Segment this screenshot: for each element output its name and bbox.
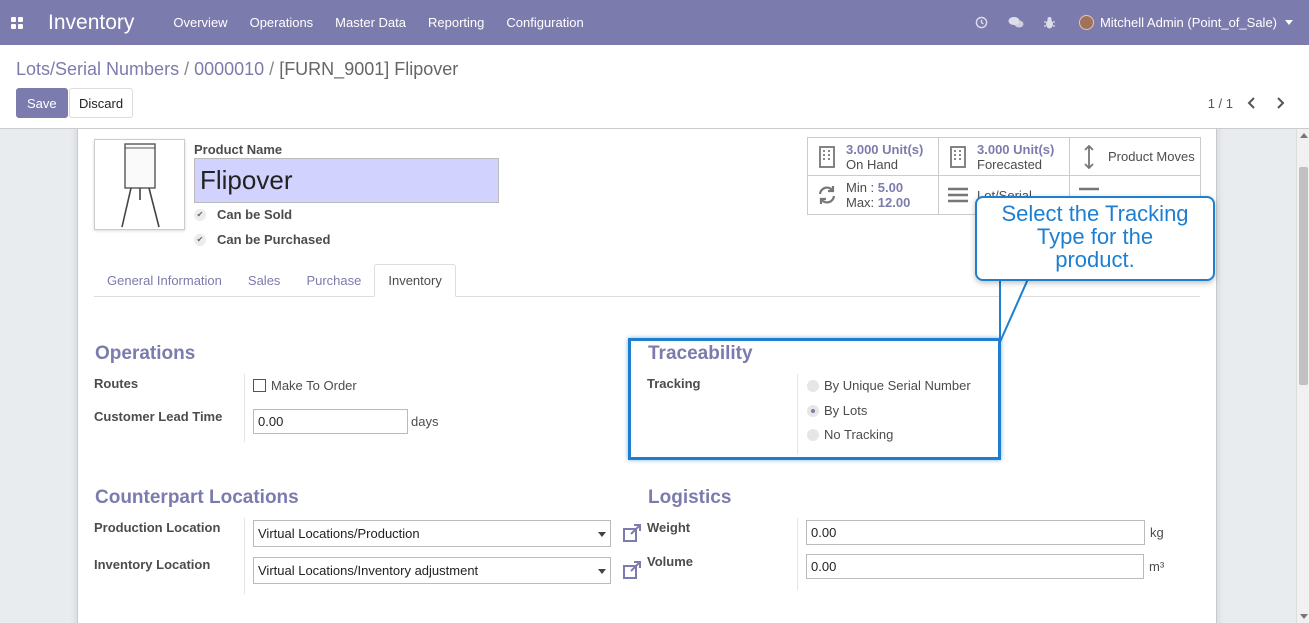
on-hand-value: 3.000 [846,141,879,157]
scroll-thumb[interactable] [1299,167,1308,385]
save-button[interactable]: Save [16,88,68,118]
tour-tip-bubble: Select the Tracking Type for the product… [975,196,1215,281]
refresh-icon [816,184,838,206]
product-moves-label: Product Moves [1108,149,1195,164]
max-label: Max: [846,195,875,210]
weight-unit: kg [1150,525,1164,540]
page-scrollbar[interactable] [1296,129,1309,623]
routes-label: Routes [94,376,139,391]
forecasted-button[interactable]: 3.000 Unit(s) Forecasted [939,138,1070,176]
volume-input[interactable] [806,554,1144,579]
route-checkbox[interactable] [253,379,266,392]
product-name-input[interactable] [194,158,499,203]
product-moves-button[interactable]: Product Moves [1070,138,1201,176]
control-panel: Lots/Serial Numbers/0000010/[FURN_9001] … [0,45,1309,129]
chevron-down-icon [1285,20,1293,25]
user-name: Mitchell Admin (Point_of_Sale) [1099,15,1277,30]
menu-configuration[interactable]: Configuration [495,0,594,45]
pager-value: 1 / 1 [1207,95,1233,111]
production-location-select[interactable]: Virtual Locations/Production [253,520,611,547]
menu-master-data[interactable]: Master Data [324,0,417,45]
inventory-location-value: Virtual Locations/Inventory adjustment [258,563,479,578]
production-location-value: Virtual Locations/Production [258,526,420,541]
breadcrumb-separator: / [269,59,275,79]
breadcrumb-lot[interactable]: 0000010 [194,59,264,79]
external-link-icon[interactable] [622,560,642,580]
can-be-sold-label: Can be Sold [217,207,293,222]
breadcrumb-separator: / [184,59,190,79]
forecast-unit: Unit(s) [1013,141,1055,157]
external-link-icon[interactable] [622,523,642,543]
reordering-button[interactable]: Min : 5.00 Max: 12.00 [808,176,939,214]
tab-purchase[interactable]: Purchase [293,264,374,297]
operations-title: Operations [95,343,196,364]
forecast-label: Forecasted [977,156,1043,172]
on-hand-label: On Hand [846,156,899,172]
list-icon [947,186,969,204]
building-icon [947,145,969,168]
counterpart-locations-title: Counterpart Locations [95,487,299,508]
user-menu[interactable]: Mitchell Admin (Point_of_Sale) [1067,15,1309,30]
tour-highlight-box [628,338,1001,460]
chat-icon[interactable] [999,0,1033,45]
building-icon [816,145,838,168]
field-divider [244,374,245,442]
app-title[interactable]: Inventory [48,11,134,35]
tab-inventory[interactable]: Inventory [374,264,456,297]
avatar [1078,15,1094,30]
menu-operations[interactable]: Operations [239,0,325,45]
customer-lead-time-input[interactable] [253,409,408,434]
min-value: 5.00 [877,180,904,195]
weight-input[interactable] [806,520,1145,545]
menu-reporting[interactable]: Reporting [417,0,495,45]
tab-general-information[interactable]: General Information [94,264,235,297]
chevron-down-icon [598,532,606,537]
scroll-down-icon[interactable] [1300,614,1308,619]
scroll-up-icon[interactable] [1300,133,1308,138]
apps-icon[interactable] [0,0,34,45]
inventory-location-label: Inventory Location [94,557,211,572]
breadcrumb-lots[interactable]: Lots/Serial Numbers [16,59,179,79]
lead-time-unit: days [411,414,439,429]
field-divider [244,518,245,594]
arrows-vertical-icon [1078,144,1100,169]
can-be-purchased[interactable]: ✔ Can be Purchased [194,232,330,247]
bug-icon[interactable] [1033,0,1067,45]
weight-label: Weight [647,520,691,535]
checkmark-icon[interactable]: ✔ [194,208,206,221]
menu-overview[interactable]: Overview [162,0,238,45]
breadcrumb: Lots/Serial Numbers/0000010/[FURN_9001] … [16,59,458,80]
pager: 1 / 1 [1208,94,1289,112]
product-image[interactable] [94,139,185,230]
logistics-title: Logistics [648,487,732,508]
tab-sales[interactable]: Sales [235,264,294,297]
route-make-to-order[interactable]: Make To Order [253,378,357,393]
breadcrumb-current: [FURN_9001] Flipover [279,59,459,79]
can-be-purchased-label: Can be Purchased [217,232,331,247]
production-location-label: Production Location [94,520,221,535]
product-name-label: Product Name [194,142,283,157]
can-be-sold[interactable]: ✔ Can be Sold [194,207,292,222]
customer-lead-time-label: Customer Lead Time [94,409,223,424]
top-navbar: Inventory Overview Operations Master Dat… [0,0,1309,45]
volume-label: Volume [647,554,693,569]
clock-icon[interactable] [965,0,999,45]
min-label: Min : [846,180,875,195]
chevron-left-icon[interactable] [1243,94,1261,112]
checkmark-icon[interactable]: ✔ [194,233,206,246]
on-hand-button[interactable]: 3.000 Unit(s) On Hand [808,138,939,176]
field-divider [797,518,798,590]
forecast-value: 3.000 [977,141,1010,157]
inventory-location-select[interactable]: Virtual Locations/Inventory adjustment [253,557,611,584]
max-value: 12.00 [877,195,911,210]
chevron-right-icon[interactable] [1271,94,1289,112]
volume-unit: m³ [1149,559,1165,574]
route-option-label: Make To Order [271,378,357,393]
discard-button[interactable]: Discard [69,88,134,118]
flipchart-icon [121,143,160,228]
on-hand-unit: Unit(s) [882,141,924,157]
chevron-down-icon [598,569,606,574]
